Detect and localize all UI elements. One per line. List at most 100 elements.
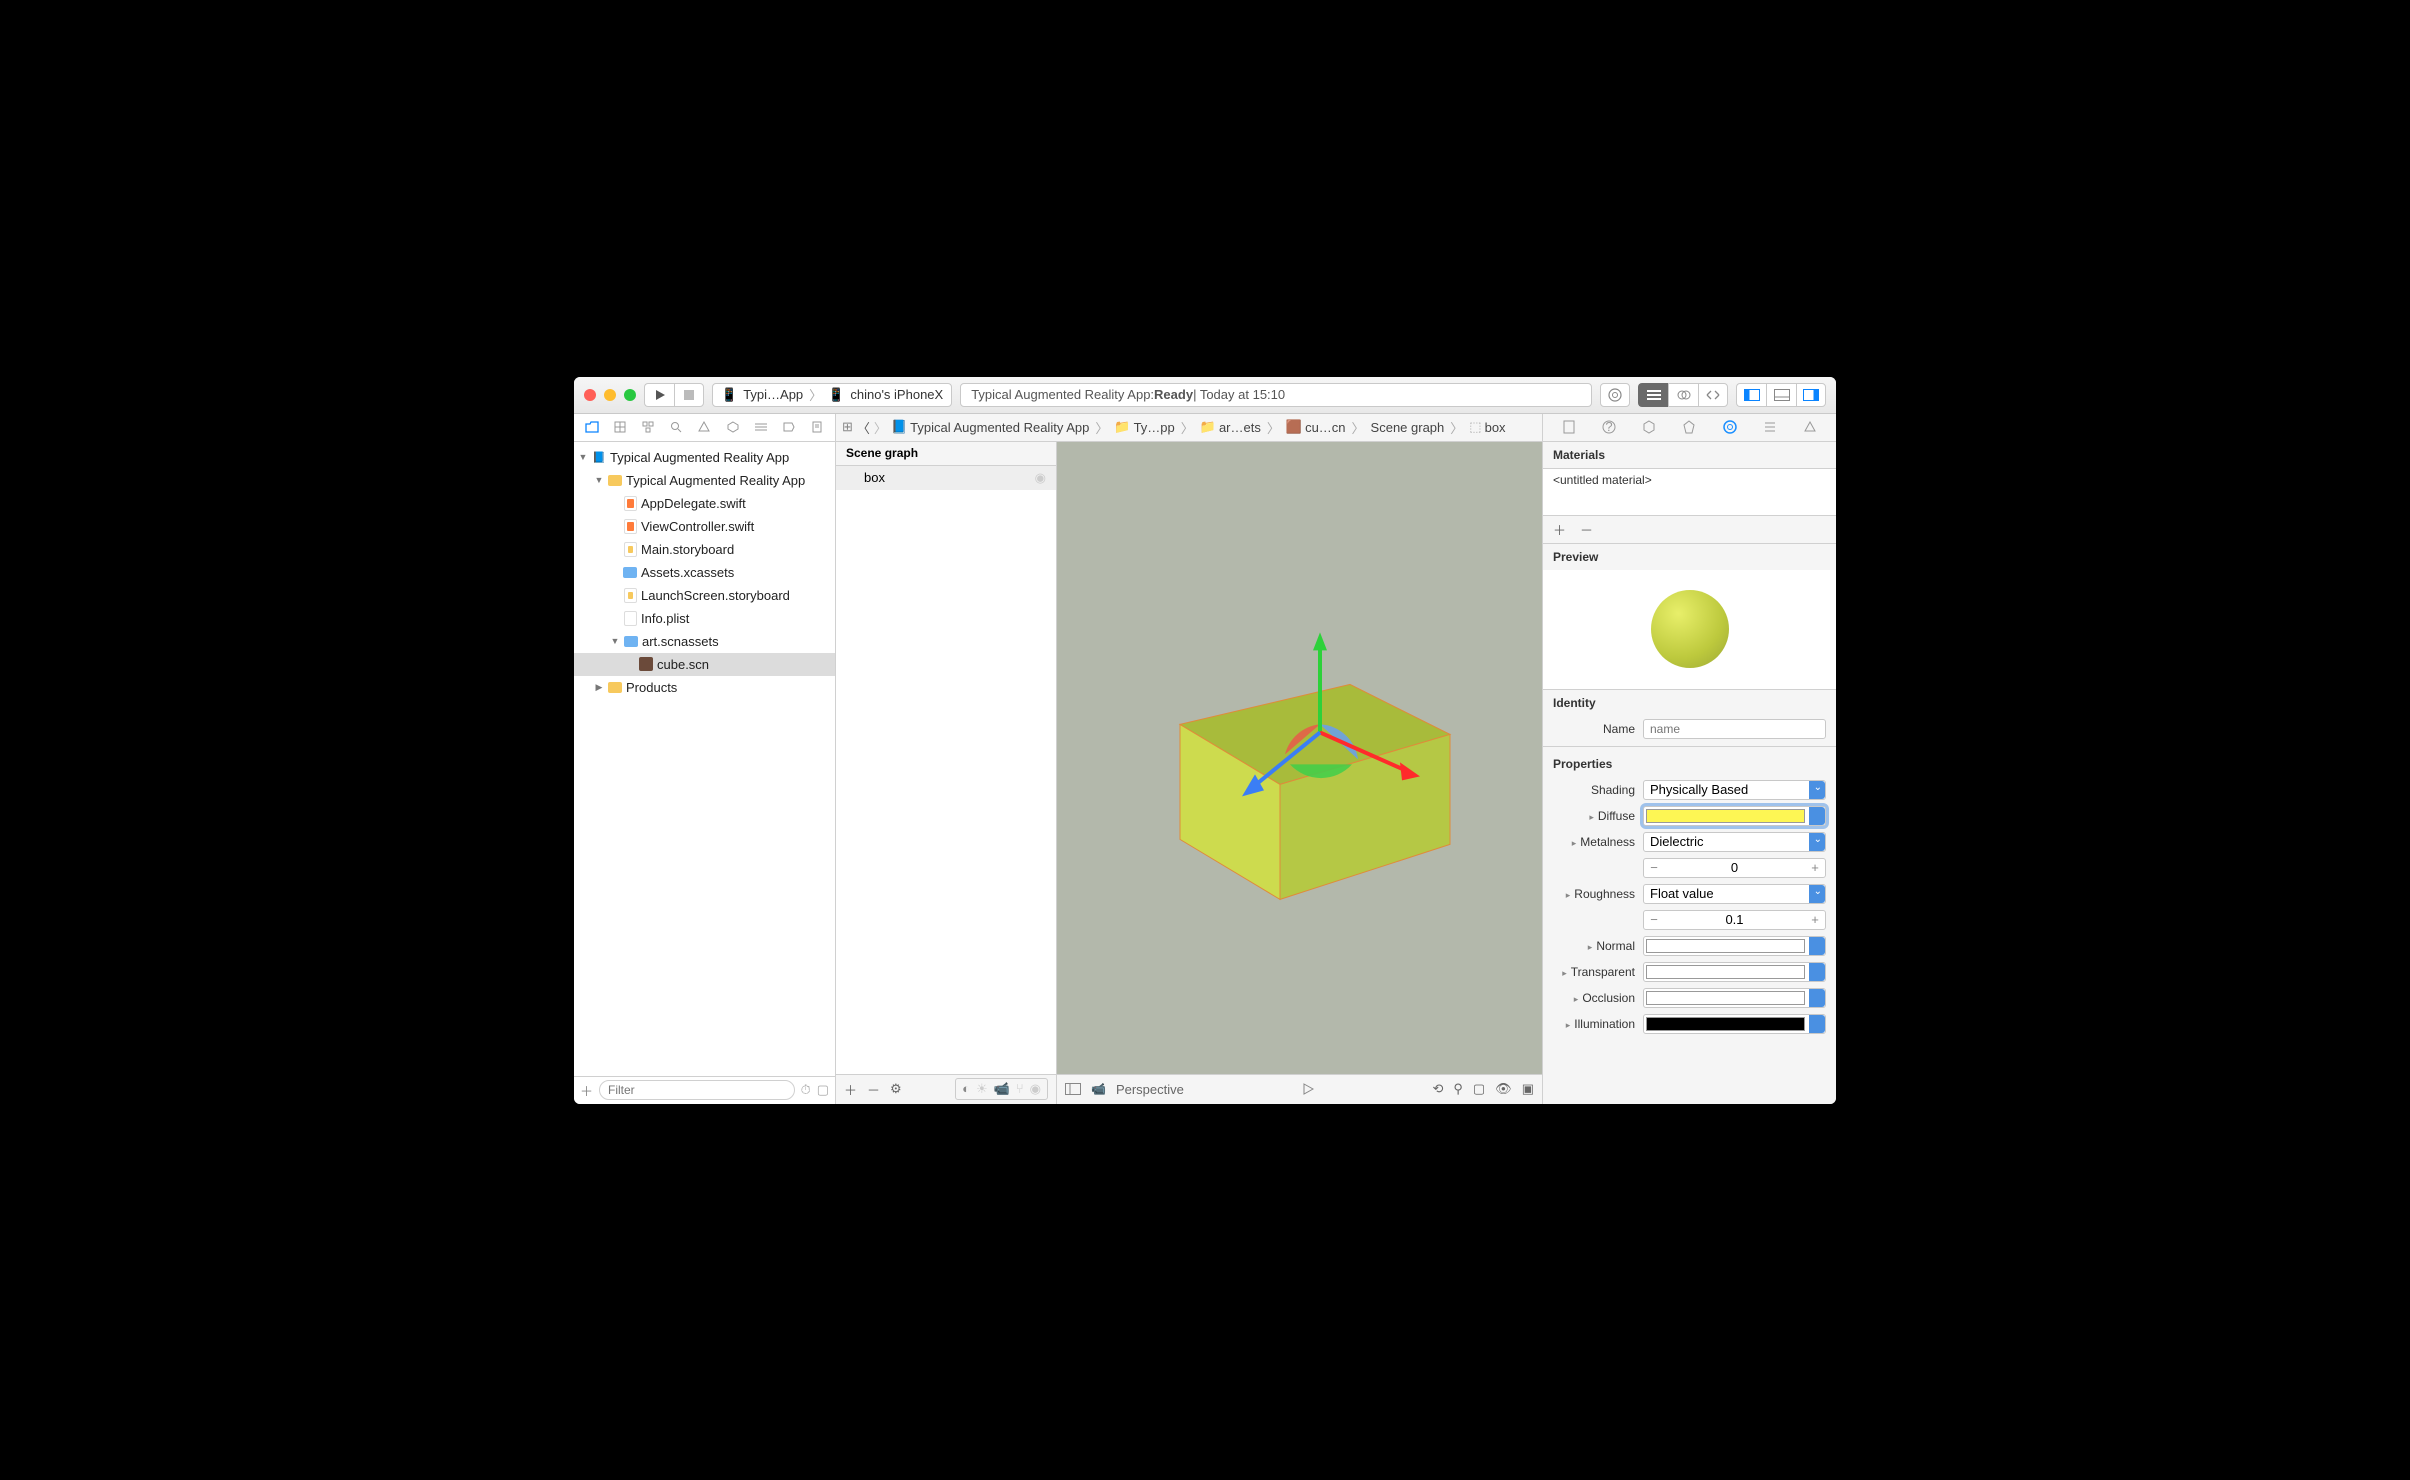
diffuse-color-well[interactable]	[1643, 806, 1826, 826]
roughness-stepper[interactable]: −0.1+	[1643, 910, 1826, 930]
node-inspector-tab[interactable]	[1637, 420, 1661, 434]
jump-bar: ⊞ 〈 〉 📘Typical Augmented Reality App〉 📁T…	[836, 414, 1542, 442]
tree-file-infoplist[interactable]: Info.plist	[574, 607, 835, 630]
scene-action-3[interactable]: 📹	[994, 1081, 1010, 1097]
source-control-navigator-tab[interactable]	[610, 421, 630, 433]
project-tree: ▼📘Typical Augmented Reality App ▼Typical…	[574, 442, 835, 1076]
tree-group[interactable]: ▼Typical Augmented Reality App	[574, 469, 835, 492]
tree-file-appdelegate[interactable]: AppDelegate.swift	[574, 492, 835, 515]
vp-tool-screenshot[interactable]: ▣	[1522, 1081, 1534, 1097]
normal-well[interactable]	[1643, 936, 1826, 956]
occlusion-well[interactable]	[1643, 988, 1826, 1008]
material-item[interactable]: <untitled material>	[1543, 469, 1836, 491]
remove-node-button[interactable]: －	[867, 1080, 880, 1099]
tree-file-launchscreen[interactable]: LaunchScreen.storyboard	[574, 584, 835, 607]
run-button[interactable]	[644, 383, 674, 407]
scene-graph-header: Scene graph	[836, 442, 1056, 466]
physics-inspector-tab[interactable]	[1758, 421, 1782, 433]
add-material-button[interactable]: ＋	[1553, 520, 1566, 539]
tree-file-cube-scn[interactable]: cube.scn	[574, 653, 835, 676]
play-scene-button[interactable]	[1302, 1083, 1314, 1095]
vp-tool-orbit[interactable]: ⟲	[1432, 1081, 1443, 1097]
illumination-well[interactable]	[1643, 1014, 1826, 1034]
scene-cube	[1120, 604, 1480, 924]
jumpbar-group[interactable]: 📁Ty…pp	[1114, 419, 1174, 435]
camera-mode-selector[interactable]: Perspective	[1116, 1082, 1184, 1097]
tree-project-root[interactable]: ▼📘Typical Augmented Reality App	[574, 446, 835, 469]
navigator-filter-input[interactable]	[599, 1080, 795, 1100]
scene-inspector-tab[interactable]	[1798, 421, 1822, 433]
toggle-outline-button[interactable]	[1065, 1083, 1081, 1095]
vp-tool-gizmo[interactable]: ⚲	[1453, 1081, 1463, 1097]
debug-navigator-tab[interactable]	[751, 422, 771, 432]
titlebar: 📱 Typi…App 〉 📱 chino's iPhoneX Typical A…	[574, 377, 1836, 414]
tree-file-assets[interactable]: Assets.xcassets	[574, 561, 835, 584]
help-inspector-tab[interactable]: ?	[1597, 420, 1621, 434]
toggle-navigator-button[interactable]	[1736, 383, 1766, 407]
scene-action-5[interactable]: ◉	[1030, 1081, 1041, 1097]
shading-select[interactable]: Physically Based	[1643, 780, 1826, 800]
jumpbar-assets[interactable]: 📁ar…ets	[1200, 419, 1261, 435]
library-button[interactable]	[1600, 383, 1630, 407]
remove-material-button[interactable]: －	[1580, 520, 1593, 539]
version-editor-button[interactable]	[1698, 383, 1728, 407]
project-navigator-tab[interactable]	[582, 421, 602, 433]
add-file-button[interactable]: ＋	[580, 1081, 593, 1100]
scene-viewport[interactable]: 📹 Perspective ⟲ ⚲ ▢ 👁 ▣	[1057, 442, 1542, 1104]
assistant-editor-button[interactable]	[1668, 383, 1698, 407]
material-name-field[interactable]	[1643, 719, 1826, 739]
stop-button[interactable]	[674, 383, 704, 407]
nav-forward-button[interactable]: 〉	[874, 418, 887, 437]
find-navigator-tab[interactable]	[666, 421, 686, 433]
toggle-inspector-button[interactable]	[1796, 383, 1826, 407]
nav-back-button[interactable]: 〈	[857, 418, 870, 437]
standard-editor-button[interactable]	[1638, 383, 1668, 407]
report-navigator-tab[interactable]	[807, 421, 827, 433]
scene-action-1[interactable]: ◐	[962, 1081, 970, 1097]
jumpbar-scn[interactable]: 🟫cu…cn	[1286, 419, 1346, 435]
roughness-select[interactable]: Float value	[1643, 884, 1826, 904]
related-items-button[interactable]: ⊞	[842, 419, 853, 435]
materials-list[interactable]: <untitled material>	[1543, 468, 1836, 516]
zoom-window-button[interactable]	[624, 389, 636, 401]
jumpbar-scene[interactable]: Scene graph	[1371, 420, 1445, 435]
scheme-device-label: chino's iPhoneX	[850, 387, 943, 402]
file-inspector-tab[interactable]	[1557, 420, 1581, 434]
transparent-well[interactable]	[1643, 962, 1826, 982]
vp-tool-visibility[interactable]: 👁	[1495, 1081, 1512, 1097]
recent-filter-button[interactable]: ⏱	[801, 1082, 811, 1098]
properties-section-header: Properties	[1543, 751, 1836, 777]
scene-settings-button[interactable]: ⚙	[890, 1081, 902, 1097]
jumpbar-project[interactable]: 📘Typical Augmented Reality App	[891, 419, 1089, 435]
scene-action-4[interactable]: ⑂	[1016, 1081, 1024, 1097]
diffuse-label: Diffuse	[1553, 809, 1635, 823]
toggle-debug-button[interactable]	[1766, 383, 1796, 407]
symbol-navigator-tab[interactable]	[638, 421, 658, 433]
scheme-selector[interactable]: 📱 Typi…App 〉 📱 chino's iPhoneX	[712, 383, 952, 407]
metalness-stepper[interactable]: −0+	[1643, 858, 1826, 878]
preview-sphere	[1651, 590, 1729, 668]
scene-action-2[interactable]: ☀	[976, 1081, 988, 1097]
tree-folder-products[interactable]: ▶Products	[574, 676, 835, 699]
issue-navigator-tab[interactable]	[694, 421, 714, 433]
close-window-button[interactable]	[584, 389, 596, 401]
scm-filter-button[interactable]: ▢	[817, 1082, 829, 1098]
breakpoint-navigator-tab[interactable]	[779, 422, 799, 432]
materials-inspector-tab[interactable]	[1718, 420, 1742, 434]
scene-node-box[interactable]: box ◉	[836, 466, 1056, 490]
window-controls	[584, 389, 636, 401]
tree-folder-scnassets[interactable]: ▼art.scnassets	[574, 630, 835, 653]
minimize-window-button[interactable]	[604, 389, 616, 401]
inspector-tabs: ?	[1543, 414, 1836, 442]
metalness-select[interactable]: Dielectric	[1643, 832, 1826, 852]
tree-file-mainstoryboard[interactable]: Main.storyboard	[574, 538, 835, 561]
jumpbar-node[interactable]: ⬚box	[1469, 419, 1505, 435]
camera-icon: 📹	[1091, 1082, 1106, 1096]
tree-file-viewcontroller[interactable]: ViewController.swift	[574, 515, 835, 538]
add-node-button[interactable]: ＋	[844, 1080, 857, 1099]
metalness-label: Metalness	[1553, 835, 1635, 849]
attributes-inspector-tab[interactable]	[1677, 420, 1701, 434]
test-navigator-tab[interactable]	[723, 421, 743, 433]
vp-tool-frame[interactable]: ▢	[1473, 1081, 1485, 1097]
scheme-separator: 〉	[809, 385, 822, 404]
